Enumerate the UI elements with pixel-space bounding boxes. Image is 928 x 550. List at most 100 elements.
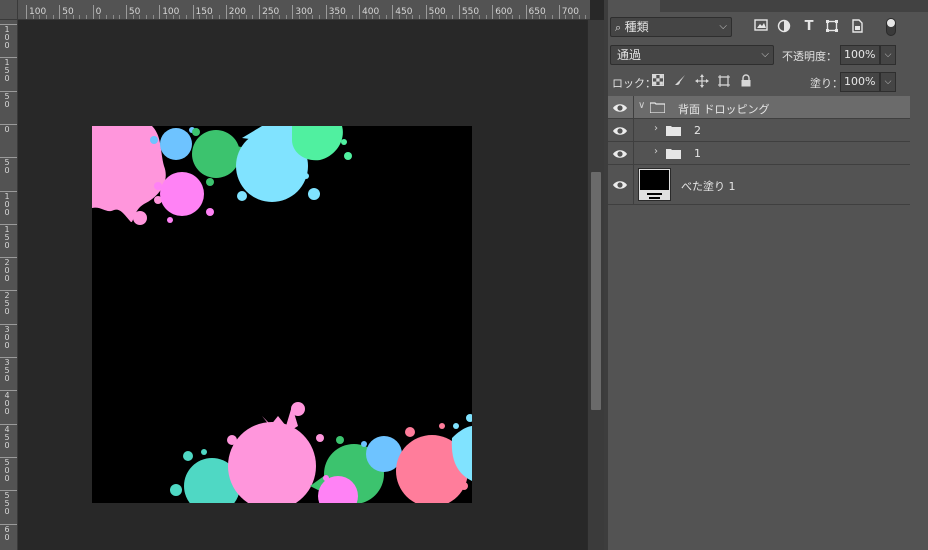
blend-mode-value: 通過 (617, 48, 642, 62)
ruler-label: 100 (162, 7, 180, 17)
folder-icon (650, 102, 665, 113)
eye-icon[interactable] (612, 146, 628, 162)
ruler-label: 450 (395, 7, 413, 17)
horizontal-ruler[interactable]: 100 50 0 50 100 150 200 250 300 350 400 450 500 550 60… (18, 0, 590, 20)
ruler-label: 550 (4, 491, 10, 517)
eye-icon[interactable] (612, 177, 628, 193)
eye-icon[interactable] (612, 100, 628, 116)
ruler-corner (0, 0, 18, 20)
ruler-label: 150 (4, 58, 10, 84)
filter-toggle-switch[interactable] (886, 18, 896, 36)
search-icon: ⌕ (615, 21, 625, 34)
ruler-major-tick (292, 5, 294, 19)
ruler-label: 100 (29, 7, 47, 17)
ruler-label: 550 (461, 7, 480, 17)
ruler-label: 350 (4, 358, 10, 383)
layer-row-group-1[interactable]: › 1 (608, 142, 910, 165)
layer-name[interactable]: 1 (694, 147, 701, 160)
ruler-label: 650 (528, 7, 546, 17)
ruler-label: 400 (362, 7, 380, 17)
folder-icon (666, 126, 681, 136)
ruler-major-tick (558, 5, 560, 19)
ruler-major-tick (525, 5, 527, 19)
ruler-major-tick (259, 5, 261, 19)
ruler-label: 100 (4, 191, 10, 217)
ruler-major-tick (458, 5, 460, 19)
ruler-label: 300 (295, 7, 313, 17)
ruler-major-tick (92, 5, 94, 19)
layer-row-group-2[interactable]: › 2 (608, 119, 910, 142)
ruler-label: 150 (4, 224, 10, 250)
ruler-label: 0 (4, 124, 10, 134)
ruler-major-tick (192, 5, 194, 19)
layer-row-group-back-dropping[interactable]: ∨ 背面 ドロッピング (608, 96, 910, 119)
layer-name[interactable]: 2 (694, 124, 701, 137)
chevron-right-icon[interactable]: › (654, 146, 658, 157)
ruler-major-tick (425, 5, 427, 19)
ruler-label: 150 (195, 7, 213, 17)
ruler-label: 500 (428, 7, 446, 17)
lock-artboard-icon[interactable] (716, 74, 732, 90)
ruler-major-tick (159, 5, 161, 19)
ruler-label: 600 (495, 7, 513, 17)
filter-kind-select[interactable]: ⌕ 種類 ⌵ (610, 17, 732, 37)
chevron-down-icon: ⌵ (719, 21, 727, 32)
ruler-label: 50 (4, 158, 10, 176)
lock-image-pixels-icon[interactable] (672, 74, 688, 90)
tab-layers[interactable] (608, 0, 660, 12)
chevron-down-icon[interactable]: ∨ (638, 100, 645, 111)
image-filter-icon[interactable] (752, 19, 770, 35)
pink-splash-bottom (227, 402, 324, 503)
scrollbar-thumb[interactable] (591, 172, 601, 410)
tab-channels[interactable] (662, 0, 706, 12)
type-filter-icon[interactable]: T (800, 19, 818, 35)
eye-icon[interactable] (612, 123, 628, 139)
ruler-label: 200 (4, 258, 10, 284)
document-artboard[interactable] (92, 126, 472, 503)
blend-row: 通過 ⌵ 不透明度： 100% ⌵ (608, 42, 928, 68)
layer-filter-row: ⌕ 種類 ⌵ T (608, 14, 928, 40)
chevron-down-icon: ⌵ (761, 49, 769, 60)
chevron-right-icon[interactable]: › (654, 123, 658, 134)
layer-row-solid-fill-1[interactable]: べた塗り 1 (608, 165, 910, 205)
ruler-label: 500 (4, 457, 10, 483)
ruler-label: 50 (4, 91, 10, 109)
folder-icon (666, 149, 681, 159)
lock-transparent-pixels-icon[interactable] (650, 74, 666, 90)
ruler-major-tick (325, 5, 327, 19)
ruler-major-tick (125, 5, 127, 19)
vertical-ruler[interactable]: 100 150 50 0 50 100 150 200 250 300 350 400 450 500 55… (0, 20, 18, 550)
ruler-label: 60 (4, 524, 10, 542)
fill-dropdown-button[interactable]: ⌵ (880, 72, 896, 92)
vertical-scrollbar[interactable] (587, 20, 604, 550)
fill-label: 塗り： (810, 77, 843, 90)
paint-splash-artwork (92, 126, 472, 503)
ruler-major-tick (225, 5, 227, 19)
layers-panel: ⌕ 種類 ⌵ T 通過 ⌵ 不透明度： 100% ⌵ ロック： 塗り： 100%… (608, 0, 928, 550)
ruler-label: 250 (4, 291, 10, 317)
lock-all-icon[interactable] (738, 74, 754, 90)
blend-mode-select[interactable]: 通過 ⌵ (610, 45, 774, 65)
adjustment-filter-icon[interactable] (775, 19, 793, 35)
ruler-label: 300 (4, 324, 10, 350)
smart-object-filter-icon[interactable] (848, 19, 866, 35)
ruler-label: 350 (328, 7, 346, 17)
opacity-dropdown-button[interactable]: ⌵ (880, 45, 896, 65)
document-canvas-area[interactable] (18, 20, 587, 550)
layers-list: ∨ 背面 ドロッピング › 2 › 1 べた塗り 1 (608, 96, 928, 550)
shape-filter-icon[interactable] (823, 19, 841, 35)
layer-name[interactable]: べた塗り 1 (681, 178, 736, 194)
opacity-label: 不透明度： (782, 50, 837, 63)
layer-name[interactable]: 背面 ドロッピング (678, 101, 770, 117)
fill-layer-thumbnail[interactable] (638, 168, 671, 201)
lock-position-icon[interactable] (694, 74, 710, 90)
lock-row: ロック： 塗り： 100% ⌵ (608, 70, 928, 94)
opacity-input[interactable]: 100% (840, 45, 880, 65)
panel-tab-bar (608, 0, 928, 12)
ruler-label: 400 (4, 391, 10, 417)
fill-input[interactable]: 100% (840, 72, 880, 92)
ruler-major-tick (26, 5, 27, 19)
ruler-label: 200 (228, 7, 246, 17)
ruler-major-tick (392, 5, 394, 19)
ruler-label: 700 (561, 7, 579, 17)
